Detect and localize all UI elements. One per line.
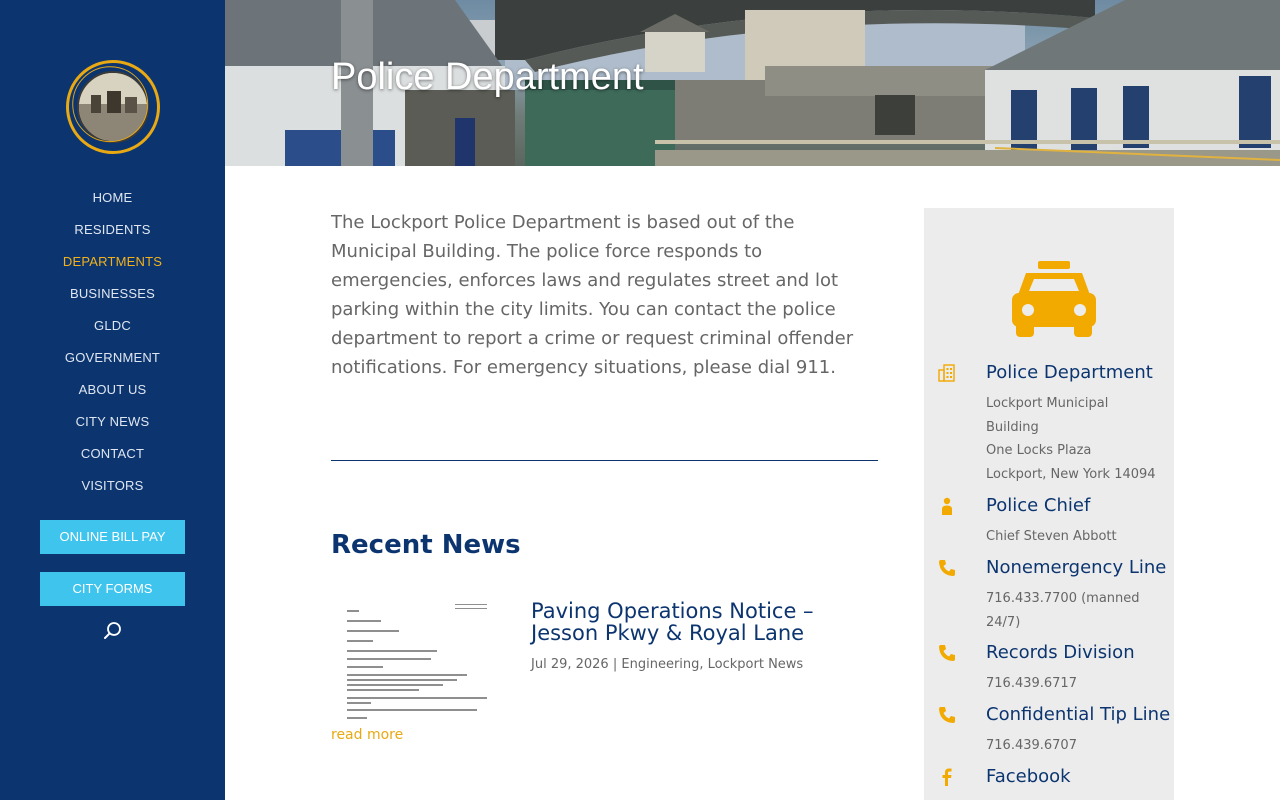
nav-item-contact[interactable]: CONTACT (0, 442, 225, 474)
sidebar: HOME RESIDENTS DEPARTMENTS BUSINESSES GL… (0, 0, 225, 800)
info-line: One Locks Plaza (986, 443, 1092, 458)
info-title-police-department: Police Department (986, 362, 1153, 383)
info-line: Building (986, 419, 1039, 435)
info-text-chief: Chief Steven Abbott (986, 525, 1166, 549)
nav-link[interactable]: CONTACT (81, 446, 144, 461)
person-icon (942, 497, 952, 515)
phone-icon (939, 645, 955, 661)
nav-link[interactable]: HOME (93, 190, 133, 205)
taxi-icon (1012, 261, 1096, 337)
info-title-police-chief: Police Chief (986, 495, 1091, 516)
phone-icon (939, 707, 955, 723)
hero-banner: Police Department (225, 0, 1280, 166)
post-categories-link[interactable]: Engineering, Lockport News (621, 657, 803, 672)
nav-item-businesses[interactable]: BUSINESSES (0, 282, 225, 314)
info-title-confidential-tip-line: Confidential Tip Line (986, 704, 1171, 725)
nav-item-government[interactable]: GOVERNMENT (0, 346, 225, 378)
meta-separator: | (612, 657, 618, 672)
page-title: Police Department (331, 56, 644, 98)
nav-item-visitors[interactable]: VISITORS (0, 474, 225, 506)
nav-item-gldc[interactable]: GLDC (0, 314, 225, 346)
nav-link[interactable]: RESIDENTS (74, 222, 150, 237)
nav-link[interactable]: ABOUT US (79, 382, 147, 397)
info-text-nonemergency: 716.433.7700 (manned 24/7) (986, 587, 1166, 634)
nav-item-city-news[interactable]: CITY NEWS (0, 410, 225, 442)
info-line: 716.439.6707 (986, 738, 1077, 753)
nav-link[interactable]: BUSINESSES (70, 286, 155, 301)
info-text-records: 716.439.6717 (986, 672, 1166, 696)
post-title-link[interactable]: Paving Operations Notice – Jesson Pkwy &… (531, 600, 871, 644)
nav-link[interactable]: CITY NEWS (76, 414, 150, 429)
search-icon[interactable] (103, 621, 123, 641)
info-line: Lockport, New York 14094 (986, 466, 1156, 482)
nav-item-about-us[interactable]: ABOUT US (0, 378, 225, 410)
info-line: 716.439.6717 (986, 676, 1077, 691)
city-seal-logo[interactable] (66, 60, 160, 154)
main-nav: HOME RESIDENTS DEPARTMENTS BUSINESSES GL… (0, 186, 225, 506)
nav-item-departments[interactable]: DEPARTMENTS (0, 250, 225, 282)
nav-link[interactable]: VISITORS (81, 478, 143, 493)
section-divider (331, 460, 878, 461)
seal-ring-icon (72, 66, 149, 143)
post-date: Jul 29, 2026 (531, 657, 609, 672)
post-thumbnail[interactable] (331, 598, 496, 720)
info-title-nonemergency-line: Nonemergency Line (986, 557, 1167, 578)
nav-link[interactable]: GLDC (94, 318, 131, 333)
nav-item-residents[interactable]: RESIDENTS (0, 218, 225, 250)
phone-icon (939, 560, 955, 576)
nav-item-home[interactable]: HOME (0, 186, 225, 218)
recent-news-heading: Recent News (331, 530, 521, 560)
info-line: Lockport Municipal (986, 396, 1109, 411)
nav-link[interactable]: GOVERNMENT (65, 350, 160, 365)
nav-link-active[interactable]: DEPARTMENTS (63, 254, 162, 269)
info-line: 716.433.7700 (manned (986, 591, 1140, 606)
contact-info-card: Police Department Lockport Municipal Bui… (924, 208, 1174, 800)
info-line: Chief Steven Abbott (986, 529, 1117, 544)
info-line: 24/7) (986, 614, 1021, 630)
info-title-records-division: Records Division (986, 642, 1135, 663)
facebook-link[interactable]: Facebook (986, 766, 1071, 787)
online-bill-pay-button[interactable]: ONLINE BILL PAY (40, 520, 185, 554)
intro-paragraph: The Lockport Police Department is based … (331, 212, 854, 378)
facebook-icon (942, 768, 952, 786)
post-meta: Jul 29, 2026 | Engineering, Lockport New… (531, 657, 803, 672)
info-text-address: Lockport Municipal Building One Locks Pl… (986, 392, 1166, 486)
info-text-tip-line: 716.439.6707 (986, 734, 1166, 758)
city-forms-button[interactable]: CITY FORMS (40, 572, 185, 606)
read-more-link[interactable]: read more (331, 727, 403, 743)
building-icon (938, 364, 955, 382)
